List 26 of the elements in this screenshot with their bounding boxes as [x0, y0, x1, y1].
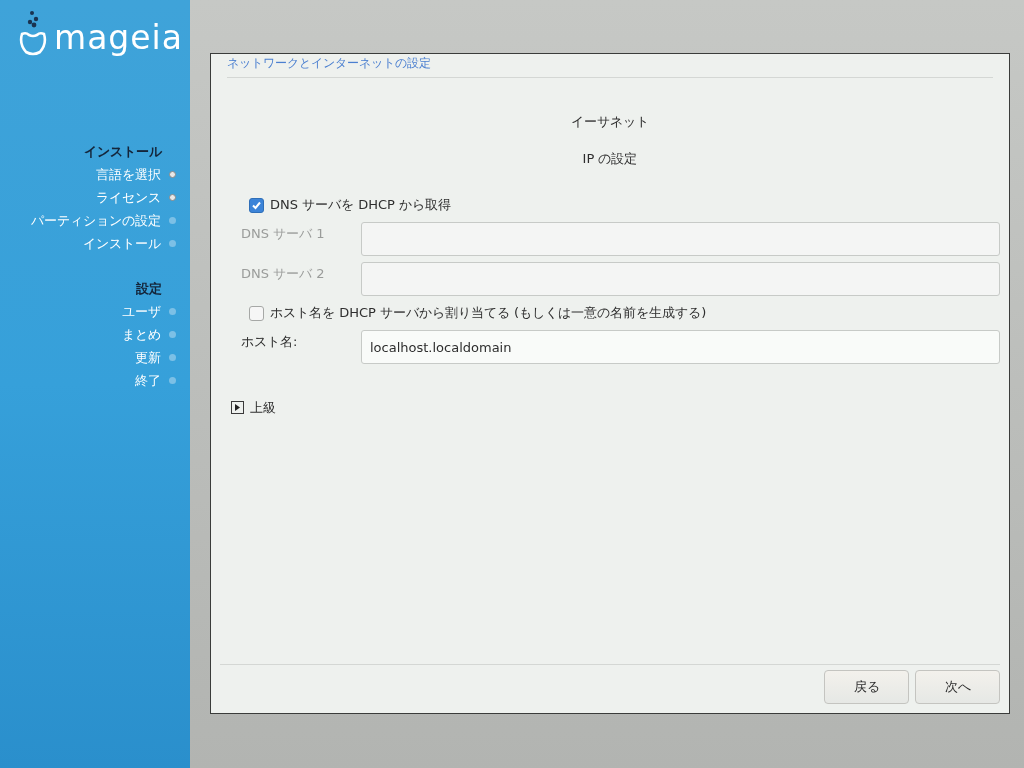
- heading: イーサネット: [571, 113, 649, 131]
- step-label: 言語を選択: [96, 165, 161, 184]
- section-heading: 設定: [136, 280, 162, 298]
- text-field[interactable]: localhost.localdomain: [361, 330, 1000, 364]
- dialog-title: ネットワークとインターネットの設定: [227, 54, 993, 78]
- step-label: 終了: [135, 371, 161, 390]
- field-label: ホスト名:: [241, 333, 299, 351]
- field-label: DNS サーバ 1: [241, 225, 326, 243]
- checkbox-label: ホスト名を DHCP サーバから割り当てる (もしくは一意の名前を生成する): [270, 304, 707, 323]
- logo-icon: [18, 10, 48, 56]
- dialog-button[interactable]: 戻る: [824, 670, 909, 704]
- step-label: ライセンス: [96, 188, 161, 207]
- logo-text: mageia: [54, 20, 183, 56]
- expander-label[interactable]: 上級: [250, 398, 276, 418]
- checkbox[interactable]: [249, 197, 264, 213]
- step-label: 更新: [135, 348, 161, 367]
- section-heading: インストール: [84, 143, 162, 161]
- step-label: インストール: [83, 234, 161, 253]
- step-label: ユーザ: [122, 302, 161, 321]
- checkbox[interactable]: [249, 305, 264, 321]
- checkbox-label: DNS サーバを DHCP から取得: [270, 196, 452, 215]
- dialog-button[interactable]: 次へ: [915, 670, 1000, 704]
- subheading: IP の設定: [582, 149, 638, 168]
- step-label: まとめ: [122, 325, 161, 344]
- field-label: DNS サーバ 2: [241, 265, 326, 283]
- step-label: パーティションの設定: [31, 211, 161, 230]
